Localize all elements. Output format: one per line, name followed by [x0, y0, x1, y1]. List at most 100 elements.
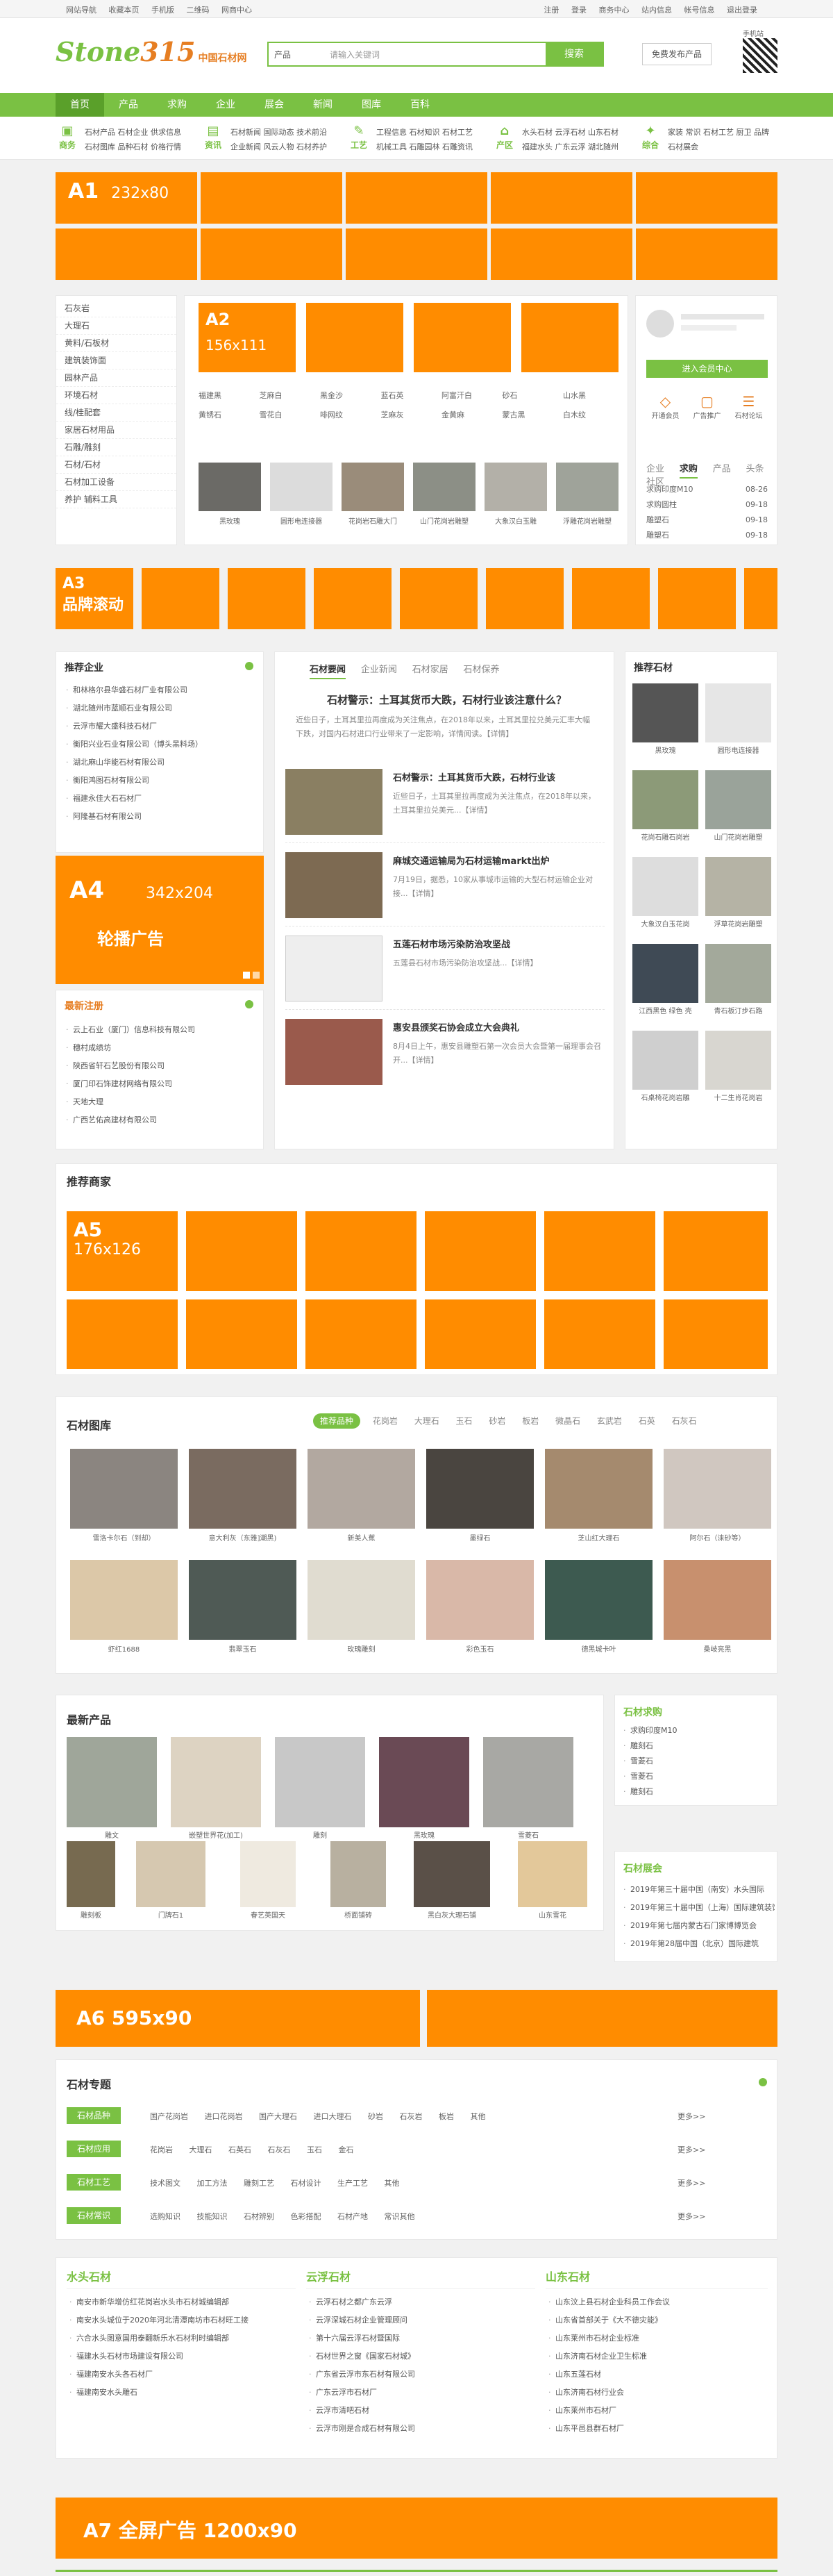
list-item[interactable]: 福建水头石材市场建设有限公司: [67, 2348, 296, 2366]
top-link[interactable]: 登录: [571, 6, 587, 15]
ad-slot[interactable]: [201, 228, 342, 280]
forum-icon[interactable]: ☰ 石材论坛: [730, 393, 768, 420]
list-item[interactable]: 山东平邑县群石材厂: [546, 2420, 768, 2438]
nav-item[interactable]: 新闻: [298, 93, 347, 117]
ad-slot[interactable]: [486, 568, 564, 629]
product-image[interactable]: [199, 463, 261, 511]
news-image[interactable]: [285, 852, 382, 918]
list-item[interactable]: 云浮市刚是合成石材有限公司: [306, 2420, 535, 2438]
more-link[interactable]: 更多>>: [678, 2144, 705, 2155]
tab[interactable]: 产品: [713, 464, 731, 474]
thumb-link[interactable]: 蒙古黑: [503, 406, 561, 425]
list-item[interactable]: 广东云浮市石材厂: [306, 2384, 535, 2402]
nav-item[interactable]: 图库: [347, 93, 396, 117]
ad-slot[interactable]: [658, 568, 736, 629]
side-cat-item[interactable]: 家居石材用品: [56, 422, 176, 439]
product-image[interactable]: [483, 1737, 573, 1827]
ad-a4-carousel[interactable]: A4 342x204 轮播广告: [56, 856, 264, 984]
nav-item[interactable]: 产品: [104, 93, 153, 117]
list-item[interactable]: 雕刻石: [621, 1738, 773, 1754]
list-item[interactable]: 云浮石材之都广东云浮: [306, 2293, 535, 2311]
news-image[interactable]: [285, 1019, 382, 1085]
gallery-image[interactable]: [189, 1449, 296, 1529]
product-image[interactable]: [136, 1841, 205, 1907]
site-logo[interactable]: Stone315 中国石材网: [56, 36, 246, 67]
news-item[interactable]: 五莲石材市场污染防治攻坚战 五莲县石材市场污染防治攻坚战...【详情】: [285, 930, 605, 1010]
list-item[interactable]: 湖北麻山华能石材有限公司: [63, 754, 261, 772]
side-cat-item[interactable]: 园林产品: [56, 369, 176, 387]
product-image[interactable]: [240, 1841, 296, 1907]
cat-links[interactable]: 家装 常识 石材工艺 厨卫 品牌 石材展会: [668, 125, 772, 154]
ad-slot[interactable]: [664, 1299, 768, 1369]
ad-slot[interactable]: [427, 1990, 777, 2047]
list-item[interactable]: 天地大理: [63, 1093, 261, 1111]
ad-slot[interactable]: [664, 1211, 768, 1291]
list-item[interactable]: 2019年第28届中国（北京）国际建筑: [621, 1935, 775, 1953]
ad-slot[interactable]: [744, 568, 777, 629]
list-item[interactable]: 2019年第三十届中国（上海）国际建筑装饰: [621, 1899, 775, 1917]
area-title[interactable]: 山东石材: [546, 2268, 768, 2289]
headline[interactable]: 石材警示：土耳其货币大跌，石材行业该注意什么？: [289, 692, 605, 707]
search-input[interactable]: 请输入关键词: [330, 49, 380, 60]
list-item[interactable]: 衡阳鸿图石材有限公司: [63, 772, 261, 790]
tab[interactable]: 微晶石: [555, 1416, 580, 1426]
ad-slot[interactable]: [186, 1299, 297, 1369]
member-list-row[interactable]: 求购印度M10 08-26: [646, 482, 768, 497]
topic-tag[interactable]: 石材品种: [67, 2107, 121, 2124]
gallery-image[interactable]: [189, 1560, 296, 1640]
ad-slot[interactable]: [314, 568, 392, 629]
tab[interactable]: 石灰石: [672, 1416, 697, 1426]
ad-a1[interactable]: A1 232x80: [56, 172, 197, 224]
ad-slot[interactable]: [636, 228, 777, 280]
stone-image[interactable]: [705, 1031, 771, 1090]
thumb-link[interactable]: 芝麻白: [260, 386, 318, 406]
list-item[interactable]: 云浮市清吧石材: [306, 2402, 535, 2420]
list-item[interactable]: 广西艺佑高建材有限公司: [63, 1111, 261, 1129]
carousel-dot[interactable]: [253, 972, 260, 979]
list-item[interactable]: 第十六届云浮石材暨国际: [306, 2329, 535, 2348]
side-cat-item[interactable]: 建筑装饰面: [56, 352, 176, 369]
ad-slot[interactable]: [572, 568, 650, 629]
ad-slot[interactable]: [400, 568, 478, 629]
cat-links[interactable]: 石材新闻 国际动态 技术前沿 企业新闻 风云人物 石材养护: [230, 125, 335, 154]
side-cat-item[interactable]: 大理石: [56, 317, 176, 335]
top-link[interactable]: 网商中心: [221, 6, 252, 15]
list-item[interactable]: 云上石业（厦门）信息科技有限公司: [63, 1021, 261, 1039]
thumb-link[interactable]: 阿富汗白: [441, 386, 500, 406]
list-item[interactable]: 穗村成绩坊: [63, 1039, 261, 1057]
stone-image[interactable]: [705, 683, 771, 742]
member-list-row[interactable]: 求购圆柱 09-18: [646, 497, 768, 513]
list-item[interactable]: 2019年第三十届中国（南安）水头国际: [621, 1881, 775, 1899]
ad-slot[interactable]: [491, 172, 632, 224]
ad-a2[interactable]: A2 156x111: [199, 303, 296, 372]
list-item[interactable]: 南安市新华增仿红花岗岩水头市石材城编辑部: [67, 2293, 296, 2311]
top-link[interactable]: 商务中心: [599, 6, 630, 15]
product-image[interactable]: [379, 1737, 469, 1827]
more-link[interactable]: 更多>>: [678, 2177, 705, 2188]
ad-slot[interactable]: [636, 172, 777, 224]
thumb-link[interactable]: 白木纹: [563, 406, 621, 425]
news-item[interactable]: 惠安县颁奖石协会成立大会典礼 8月4日上午，惠安县雕塑石第一次会员大会暨第一届理…: [285, 1013, 605, 1093]
side-cat-item[interactable]: 线/桂配套: [56, 404, 176, 422]
product-image[interactable]: [413, 463, 476, 511]
thumb-link[interactable]: 山水黑: [563, 386, 621, 406]
list-item[interactable]: 山东济南石材行业会: [546, 2384, 768, 2402]
ad-slot[interactable]: [201, 172, 342, 224]
more-icon[interactable]: [245, 662, 253, 670]
list-item[interactable]: 陕西省轩石艺股份有限公司: [63, 1057, 261, 1075]
list-item[interactable]: 阿隆基石材有限公司: [63, 808, 261, 826]
gallery-image[interactable]: [664, 1449, 771, 1529]
top-link[interactable]: 收藏本页: [109, 6, 140, 15]
stone-image[interactable]: [705, 770, 771, 829]
nav-item[interactable]: 求购: [153, 93, 201, 117]
ad-a3[interactable]: A3 品牌滚动: [56, 568, 133, 629]
list-item[interactable]: 2019年第七届内蒙古石门家博博览会: [621, 1917, 775, 1935]
gallery-image[interactable]: [308, 1560, 415, 1640]
gallery-image[interactable]: [70, 1560, 178, 1640]
stone-image[interactable]: [632, 683, 698, 742]
list-item[interactable]: 福建南安水头各石材厂: [67, 2366, 296, 2384]
cat-links[interactable]: 工程信息 石材知识 石材工艺 机械工具 石雕园林 石雕资讯: [376, 125, 480, 154]
stone-image[interactable]: [705, 857, 771, 916]
more-icon[interactable]: [245, 1000, 253, 1008]
side-cat-item[interactable]: 黄料/石板材: [56, 335, 176, 352]
